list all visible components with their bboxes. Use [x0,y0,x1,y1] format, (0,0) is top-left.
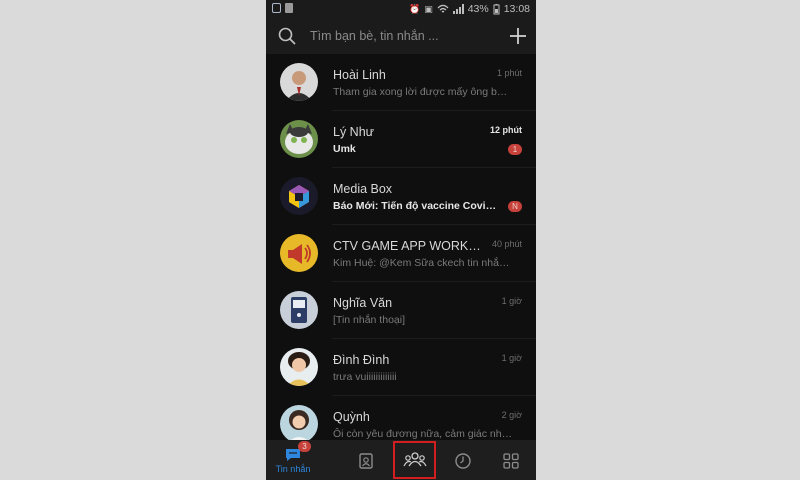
conversation-row-quynh[interactable]: Quỳnh Ôi còn yêu đương nữa, cảm giác như… [266,396,536,440]
message-preview: Ôi còn yêu đương nữa, cảm giác như ... [333,428,513,440]
contacts-icon [359,453,373,469]
clock-icon [455,453,471,469]
conversation-row-media-box[interactable]: Media Box Báo Mới: Tiến độ vaccine Covid… [266,168,536,225]
timestamp: 2 giờ [501,410,522,420]
conversation-list: Hoài Linh Tham gia xong lời được mấy ông… [266,54,536,440]
clock-time: 13:08 [503,3,530,15]
avatar [280,348,318,386]
grid-more-icon [503,453,519,469]
shield-icon [272,3,281,13]
search-bar [266,18,536,54]
timestamp: 40 phút [491,239,522,249]
conversation-row-ly-nhu[interactable]: Lý Như Umk 12 phút 1 [266,111,536,168]
conversation-row-ctv-game[interactable]: CTV GAME APP WORK ON... Kim Huệ: @Kem Sữ… [266,225,536,282]
phone-screen: ⏰ ▣ 43% 13:08 Hoài Linh Tham gia xong lờ… [266,0,536,480]
conversation-name: Nghĩa Văn [333,296,393,310]
message-preview: Umk [333,143,356,155]
new-badge: N [508,201,522,212]
timestamp: 1 giờ [501,353,522,363]
conversation-name: Hoài Linh [333,68,386,82]
avatar [280,234,318,272]
avatar [280,120,318,158]
search-input[interactable] [310,26,490,46]
conversation-row-nghia-van[interactable]: Nghĩa Văn [Tin nhắn thoại] 1 giờ [266,282,536,339]
tab-messages[interactable]: 3 Tin nhắn [266,440,320,480]
battery-percent: 43% [467,3,489,15]
battery-icon [493,3,500,14]
search-icon[interactable] [278,27,296,45]
message-preview: Tham gia xong lời được mấy ông bạn ... [333,86,513,98]
signal-icon [452,4,464,14]
message-preview: Kim Huệ: @Kem Sữa ckech tin nhắn gi... [333,257,513,269]
status-bar: ⏰ ▣ 43% 13:08 [266,0,536,18]
add-icon[interactable] [508,26,528,46]
conversation-name: Media Box [333,182,393,196]
timestamp: 1 phút [496,68,522,78]
tab-contacts[interactable] [339,440,393,480]
conversation-name: CTV GAME APP WORK ON... [333,239,483,253]
avatar [280,63,318,101]
avatar [280,291,318,329]
vibrate-icon: ▣ [424,3,433,14]
timestamp: 12 phút [489,125,522,135]
conversation-name: Đình Đình [333,353,390,367]
unread-badge: 1 [508,144,522,155]
conversation-row-dinh-dinh[interactable]: Đình Đình trưa vuiiiiiiiiiiiii 1 giờ [266,339,536,396]
wifi-icon [437,4,449,13]
conversation-name: Quỳnh [333,410,370,424]
message-preview: trưa vuiiiiiiiiiiiii [333,371,397,383]
conversation-name: Lý Như [333,125,375,139]
message-preview: [Tin nhắn thoại] [333,314,405,326]
alarm-icon: ⏰ [408,3,421,14]
tab-timeline[interactable] [436,440,490,480]
notification-icon [285,3,293,13]
tab-more[interactable] [484,440,536,480]
tab-label: Tin nhắn [275,464,311,474]
avatar [280,405,318,440]
highlight-box [393,441,436,479]
avatar [280,177,318,215]
timestamp: 1 giờ [501,296,522,306]
message-preview: Báo Mới: Tiến độ vaccine Covid-19... [333,200,498,212]
tab-badge: 3 [298,441,311,452]
conversation-row-hoai-linh[interactable]: Hoài Linh Tham gia xong lời được mấy ông… [266,54,536,111]
